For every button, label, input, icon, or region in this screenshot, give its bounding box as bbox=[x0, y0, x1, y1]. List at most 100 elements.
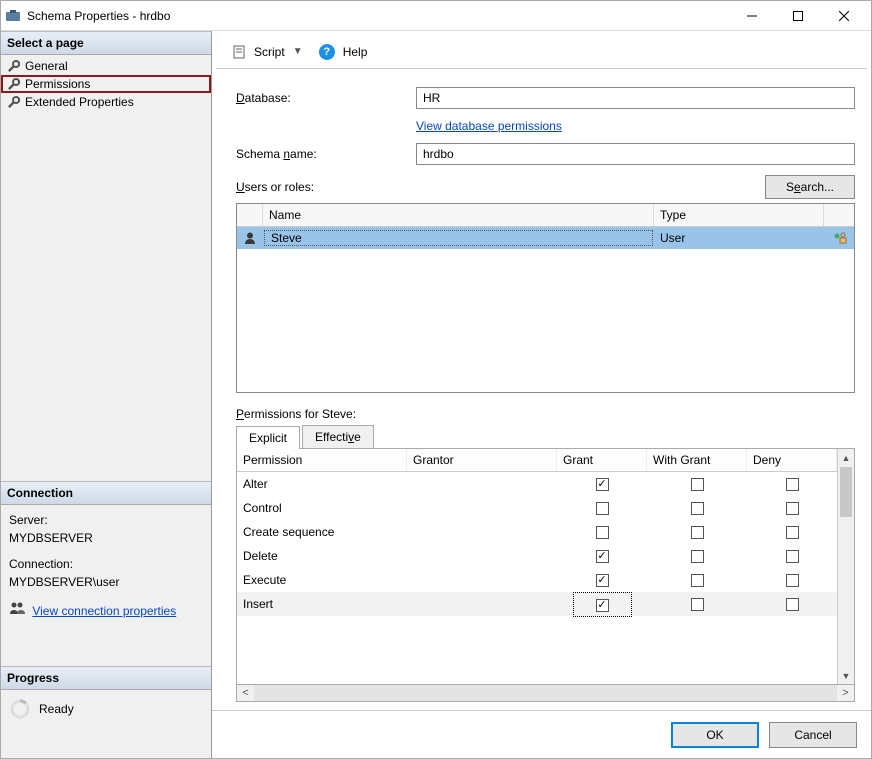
grant-checkbox[interactable] bbox=[596, 478, 609, 491]
permissions-grid: Permission Grantor Grant With Grant Deny… bbox=[236, 449, 855, 685]
withgrant-checkbox[interactable] bbox=[691, 478, 704, 491]
withgrant-checkbox[interactable] bbox=[691, 550, 704, 563]
permission-row[interactable]: Control bbox=[237, 496, 837, 520]
scroll-right-icon[interactable]: > bbox=[837, 687, 854, 699]
titlebar: Schema Properties - hrdbo bbox=[1, 1, 871, 31]
people-icon bbox=[9, 601, 25, 615]
permission-row[interactable]: Alter bbox=[237, 472, 837, 496]
scroll-down-icon[interactable]: ▼ bbox=[838, 667, 854, 684]
col-type[interactable]: Type bbox=[654, 204, 824, 226]
spinner-icon bbox=[9, 698, 31, 720]
script-dropdown[interactable]: ▼ bbox=[293, 46, 303, 57]
permissions-for-label: Permissions for Steve: bbox=[236, 407, 855, 421]
perm-name: Insert bbox=[237, 595, 407, 613]
database-label: Database: bbox=[236, 91, 416, 105]
toolbar: Script ▼ ? Help bbox=[216, 35, 867, 69]
user-name: Steve bbox=[264, 230, 653, 246]
grant-checkbox[interactable] bbox=[596, 550, 609, 563]
page-label: General bbox=[25, 59, 68, 73]
withgrant-checkbox[interactable] bbox=[691, 598, 704, 611]
select-page-header: Select a page bbox=[1, 31, 211, 55]
dialog-window: Schema Properties - hrdbo Select a page … bbox=[0, 0, 872, 759]
perm-grantor bbox=[407, 506, 557, 510]
database-field[interactable]: HR bbox=[416, 87, 855, 109]
app-icon bbox=[5, 8, 21, 24]
wrench-icon bbox=[7, 77, 21, 91]
col-grant[interactable]: Grant bbox=[557, 449, 647, 471]
script-icon bbox=[232, 45, 246, 59]
withgrant-checkbox[interactable] bbox=[691, 502, 704, 515]
vertical-scrollbar[interactable]: ▲ ▼ bbox=[837, 449, 854, 684]
schema-field[interactable]: hrdbo bbox=[416, 143, 855, 165]
browse-icon[interactable] bbox=[831, 231, 847, 245]
users-grid[interactable]: Name Type Steve User bbox=[236, 203, 855, 393]
ok-button[interactable]: OK bbox=[671, 722, 759, 748]
col-permission[interactable]: Permission bbox=[237, 449, 407, 471]
maximize-button[interactable] bbox=[775, 1, 821, 31]
horizontal-scrollbar[interactable]: < > bbox=[236, 685, 855, 702]
permission-row[interactable]: Insert bbox=[237, 592, 837, 616]
close-button[interactable] bbox=[821, 1, 867, 31]
perm-grantor bbox=[407, 530, 557, 534]
scroll-left-icon[interactable]: < bbox=[237, 687, 254, 699]
view-db-permissions-link[interactable]: View database permissions bbox=[416, 119, 562, 133]
page-general[interactable]: General bbox=[1, 57, 211, 75]
perm-name: Create sequence bbox=[237, 523, 407, 541]
permission-row[interactable]: Execute bbox=[237, 568, 837, 592]
perm-name: Alter bbox=[237, 475, 407, 493]
deny-checkbox[interactable] bbox=[786, 550, 799, 563]
user-row[interactable]: Steve User bbox=[237, 227, 854, 249]
perm-grantor bbox=[407, 578, 557, 582]
perm-grantor bbox=[407, 554, 557, 558]
help-button[interactable]: Help bbox=[341, 45, 370, 59]
perm-name: Execute bbox=[237, 571, 407, 589]
user-type: User bbox=[654, 231, 824, 245]
page-extended-properties[interactable]: Extended Properties bbox=[1, 93, 211, 111]
view-connection-link[interactable]: View connection properties bbox=[32, 604, 176, 618]
dialog-footer: OK Cancel bbox=[212, 710, 871, 758]
grant-checkbox[interactable] bbox=[596, 526, 609, 539]
scroll-up-icon[interactable]: ▲ bbox=[838, 449, 854, 466]
col-grantor[interactable]: Grantor bbox=[407, 449, 557, 471]
user-icon bbox=[243, 231, 257, 245]
tab-explicit[interactable]: Explicit bbox=[236, 426, 300, 449]
page-label: Permissions bbox=[25, 77, 90, 91]
search-button[interactable]: Search... bbox=[765, 175, 855, 199]
perm-grantor bbox=[407, 482, 557, 486]
server-label: Server: bbox=[9, 511, 203, 529]
page-permissions[interactable]: Permissions bbox=[1, 75, 211, 93]
main-panel: Script ▼ ? Help Database: HR View databa… bbox=[212, 31, 871, 758]
permission-row[interactable]: Delete bbox=[237, 544, 837, 568]
perm-name: Delete bbox=[237, 547, 407, 565]
withgrant-checkbox[interactable] bbox=[691, 574, 704, 587]
deny-checkbox[interactable] bbox=[786, 478, 799, 491]
deny-checkbox[interactable] bbox=[786, 598, 799, 611]
col-deny[interactable]: Deny bbox=[747, 449, 837, 471]
cancel-button[interactable]: Cancel bbox=[769, 722, 857, 748]
perm-grantor bbox=[407, 602, 557, 606]
grant-checkbox[interactable] bbox=[596, 574, 609, 587]
script-button[interactable]: Script bbox=[252, 45, 287, 59]
minimize-button[interactable] bbox=[729, 1, 775, 31]
col-name[interactable]: Name bbox=[263, 204, 654, 226]
scroll-thumb[interactable] bbox=[840, 467, 852, 517]
progress-status: Ready bbox=[39, 702, 74, 716]
page-label: Extended Properties bbox=[25, 95, 134, 109]
col-withgrant[interactable]: With Grant bbox=[647, 449, 747, 471]
connection-value: MYDBSERVER\user bbox=[9, 573, 203, 591]
perm-name: Control bbox=[237, 499, 407, 517]
grant-checkbox[interactable] bbox=[596, 502, 609, 515]
help-icon[interactable]: ? bbox=[319, 44, 335, 60]
wrench-icon bbox=[7, 59, 21, 73]
deny-checkbox[interactable] bbox=[786, 574, 799, 587]
users-label: Users or roles: bbox=[236, 180, 314, 194]
grant-checkbox[interactable] bbox=[596, 599, 609, 612]
sidebar: Select a page General Permissions Extend… bbox=[1, 31, 212, 758]
deny-checkbox[interactable] bbox=[786, 526, 799, 539]
tab-effective[interactable]: Effective bbox=[302, 425, 374, 448]
permission-row[interactable]: Create sequence bbox=[237, 520, 837, 544]
wrench-icon bbox=[7, 95, 21, 109]
withgrant-checkbox[interactable] bbox=[691, 526, 704, 539]
deny-checkbox[interactable] bbox=[786, 502, 799, 515]
window-title: Schema Properties - hrdbo bbox=[27, 9, 729, 23]
